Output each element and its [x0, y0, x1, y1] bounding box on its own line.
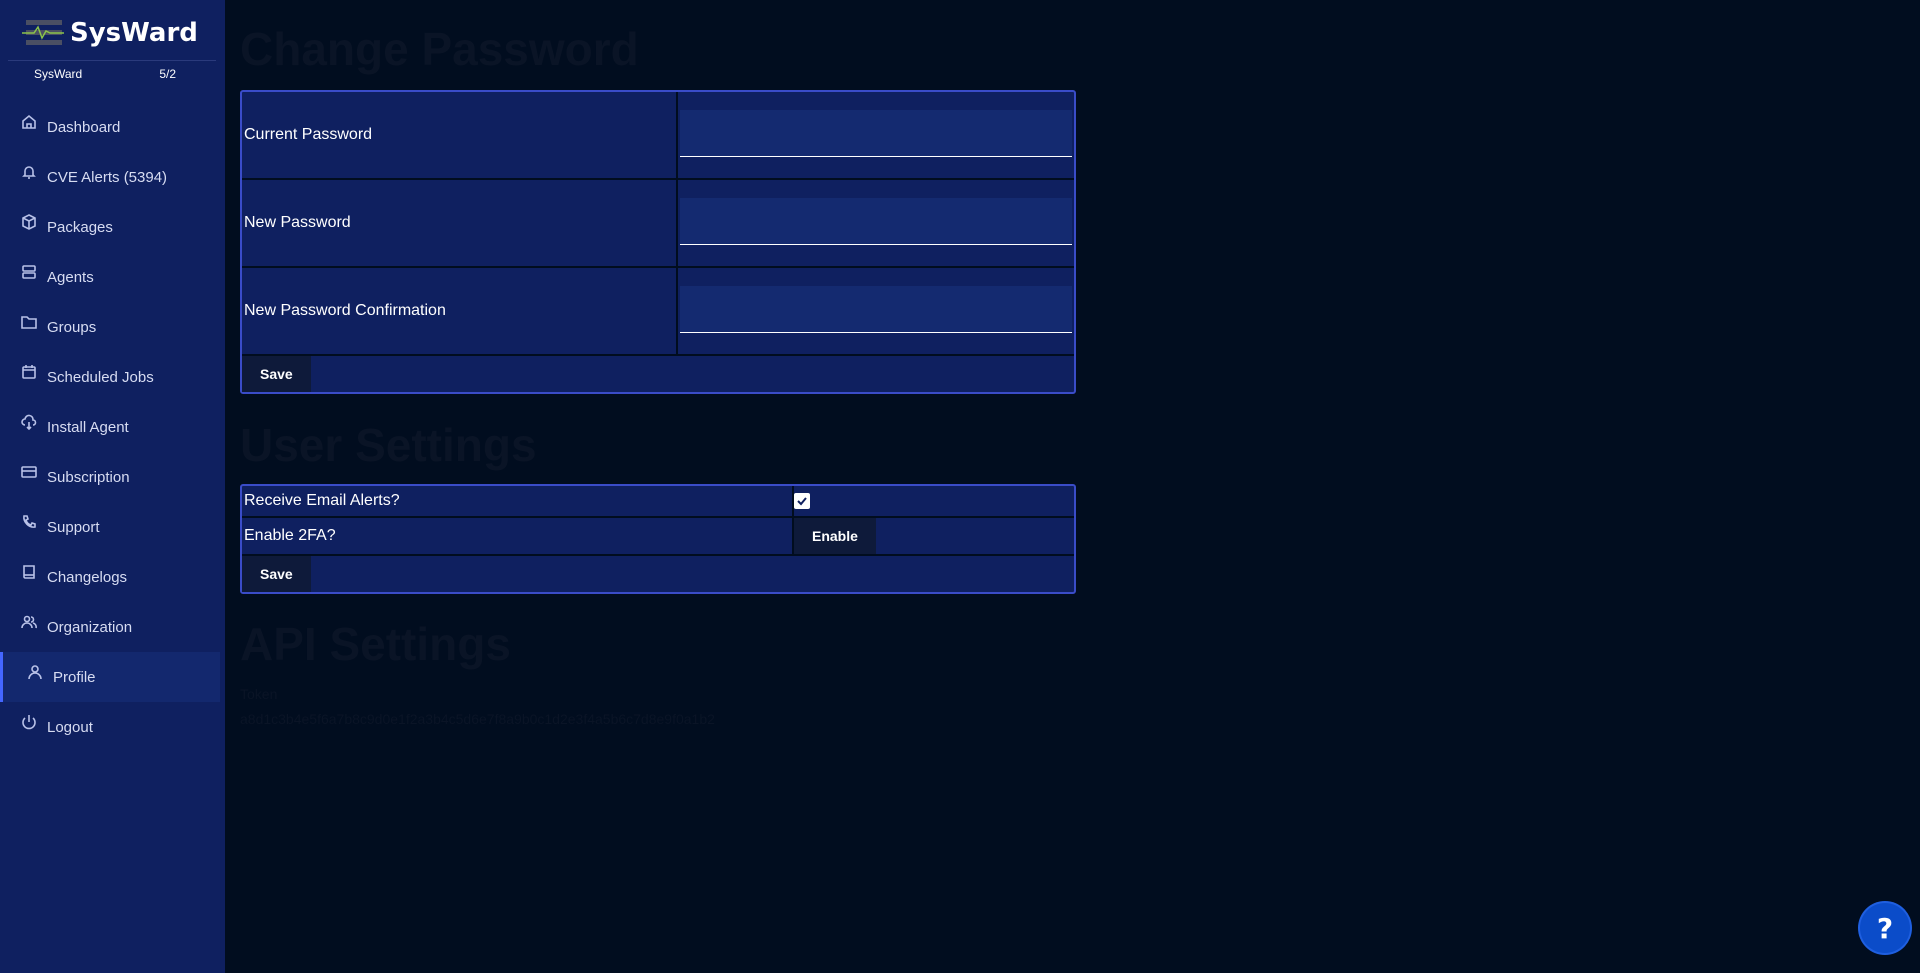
power-icon [20, 713, 38, 731]
sidebar-item-label: Profile [53, 668, 96, 686]
sidebar-item-label: Logout [47, 718, 93, 736]
org-name: SysWard [34, 67, 83, 81]
org-counter: 5/2 [159, 67, 176, 81]
sidebar: SysWard SysWard 5/2 Dashboard CVE Alerts… [0, 0, 225, 973]
save-password-button[interactable]: Save [242, 356, 311, 392]
phone-icon [20, 513, 38, 531]
sidebar-item-label: Dashboard [47, 118, 121, 136]
sidebar-item-label: Subscription [47, 468, 130, 486]
email-alerts-checkbox[interactable] [794, 493, 810, 509]
sidebar-item-label: Groups [47, 318, 97, 336]
sidebar-item-label: Agents [47, 268, 94, 286]
sidebar-item-label: Support [47, 518, 100, 536]
user-icon [26, 663, 44, 681]
sidebar-item-dashboard[interactable]: Dashboard [0, 102, 220, 152]
email-alerts-label: Receive Email Alerts? [242, 486, 794, 516]
sidebar-item-agents[interactable]: Agents [0, 252, 220, 302]
sidebar-item-profile[interactable]: Profile [0, 652, 220, 702]
check-icon [797, 497, 807, 506]
org-row: SysWard 5/2 [34, 67, 176, 81]
new-password-confirmation-label: New Password Confirmation [242, 268, 678, 354]
sidebar-item-organization[interactable]: Organization [0, 602, 220, 652]
twofa-row: Enable 2FA? Enable [242, 518, 1074, 556]
new-password-row: New Password [242, 180, 1074, 268]
box-icon [20, 213, 38, 231]
help-icon: ? [1876, 911, 1894, 945]
api-settings-title: API Settings [240, 618, 511, 670]
home-icon [20, 113, 38, 131]
users-icon [20, 613, 38, 631]
api-token-label: Token [240, 686, 278, 702]
sidebar-item-cve-alerts[interactable]: CVE Alerts (5394) [0, 152, 220, 202]
brand-name: SysWard [70, 18, 198, 48]
change-password-title: Change Password [240, 23, 639, 75]
sidebar-item-label: Install Agent [47, 418, 129, 436]
save-row: Save [242, 356, 1074, 392]
new-password-confirmation-row: New Password Confirmation [242, 268, 1074, 356]
new-password-input[interactable] [680, 198, 1072, 245]
sidebar-item-label: Scheduled Jobs [47, 368, 154, 386]
enable-2fa-button[interactable]: Enable [794, 518, 876, 554]
cloud-download-icon [20, 413, 38, 431]
current-password-input[interactable] [680, 110, 1072, 157]
sidebar-item-install-agent[interactable]: Install Agent [0, 402, 220, 452]
book-icon [20, 563, 38, 581]
save-row: Save [242, 556, 1074, 592]
user-settings-title: User Settings [240, 419, 537, 471]
current-password-row: Current Password [242, 92, 1074, 180]
sidebar-item-support[interactable]: Support [0, 502, 220, 552]
current-password-label: Current Password [242, 92, 678, 178]
sidebar-nav: Dashboard CVE Alerts (5394) Packages Age… [0, 102, 220, 752]
user-settings-panel: Receive Email Alerts? Enable 2FA? Enable… [240, 484, 1076, 594]
sidebar-item-groups[interactable]: Groups [0, 302, 220, 352]
new-password-label: New Password [242, 180, 678, 266]
sidebar-item-label: Organization [47, 618, 133, 636]
sidebar-item-label: Packages [47, 218, 113, 236]
sidebar-item-label: Changelogs [47, 568, 128, 586]
help-button[interactable]: ? [1860, 903, 1910, 953]
twofa-label: Enable 2FA? [242, 518, 794, 554]
server-icon [20, 263, 38, 281]
api-token-value[interactable]: a8d1c3b4e5f6a7b8c9d0e1f2a3b4c5d6e7f8a9b0… [240, 711, 715, 727]
calendar-icon [20, 363, 38, 381]
sidebar-item-logout[interactable]: Logout [0, 702, 220, 752]
divider [8, 60, 216, 61]
folder-icon [20, 313, 38, 331]
logo-icon [22, 18, 64, 48]
change-password-panel: Current Password New Password New Passwo… [240, 90, 1076, 394]
sidebar-item-changelogs[interactable]: Changelogs [0, 552, 220, 602]
bell-icon [20, 163, 38, 181]
new-password-confirmation-input[interactable] [680, 286, 1072, 333]
sidebar-item-scheduled-jobs[interactable]: Scheduled Jobs [0, 352, 220, 402]
sidebar-item-subscription[interactable]: Subscription [0, 452, 220, 502]
sidebar-item-packages[interactable]: Packages [0, 202, 220, 252]
save-settings-button[interactable]: Save [242, 556, 311, 592]
email-alerts-row: Receive Email Alerts? [242, 486, 1074, 518]
credit-card-icon [20, 463, 38, 481]
sidebar-item-label: CVE Alerts (5394) [47, 168, 168, 186]
brand[interactable]: SysWard [22, 18, 198, 48]
